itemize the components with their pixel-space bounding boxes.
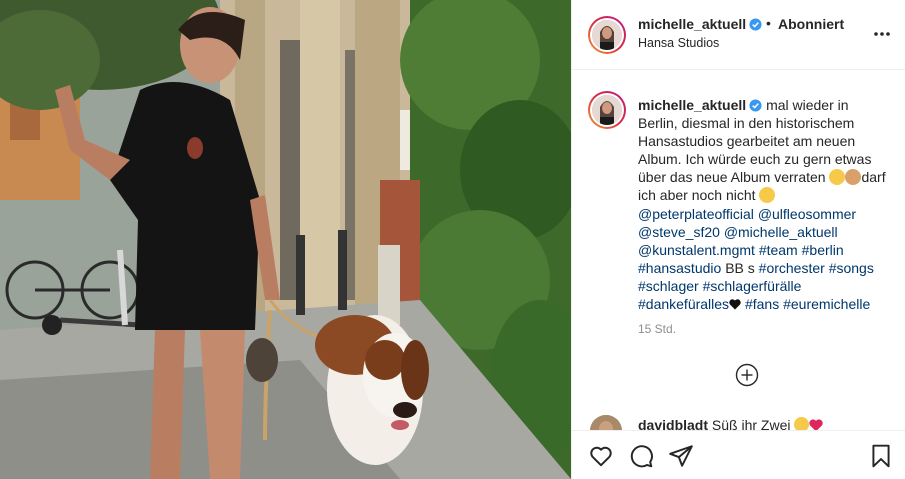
photo-woman-walking-dog: [0, 0, 571, 479]
post-photo[interactable]: [0, 0, 571, 479]
caption-text-line: Album. Ich würde euch zu gern etwas: [638, 151, 872, 168]
bookmark-icon[interactable]: [868, 443, 894, 469]
hashtag-link[interactable]: #orchester: [759, 260, 825, 276]
hashtag-link[interactable]: #berlin: [802, 242, 844, 258]
hashtag-link[interactable]: #hansastudio: [638, 260, 721, 276]
hashtag-link[interactable]: #songs: [829, 260, 874, 276]
comments-section[interactable]: michelle_aktuell mal wieder in Berlin, d…: [572, 71, 905, 430]
more-options-icon[interactable]: [872, 24, 892, 44]
author-photo: [592, 20, 622, 50]
emoji-icon: [794, 417, 810, 430]
comment-row: davidbladt Süß ihr Zwei: [638, 417, 824, 430]
verified-badge-icon: [749, 18, 762, 31]
hashtag-link[interactable]: #schlagerfürälle: [703, 278, 802, 294]
caption-author-avatar[interactable]: [588, 91, 626, 129]
caption-text-line: darf: [861, 169, 886, 186]
comment-username[interactable]: davidbladt: [638, 417, 708, 430]
post-sidebar: michelle_aktuell • Abonniert Hansa Studi…: [571, 0, 905, 479]
post-caption: michelle_aktuell mal wieder in Berlin, d…: [638, 96, 894, 313]
caption-text-line: mal wieder in: [766, 97, 849, 113]
mention-link[interactable]: @ulfleosommer: [758, 206, 856, 222]
black-heart-emoji-icon: [729, 299, 741, 310]
caption-text-fragment: BB s: [725, 259, 755, 276]
author-avatar[interactable]: [588, 16, 626, 54]
hashtag-link[interactable]: #fans: [745, 296, 779, 312]
caption-author-photo: [592, 95, 622, 125]
mention-link[interactable]: @kunstalent.mgmt: [638, 242, 755, 258]
post-header: michelle_aktuell • Abonniert Hansa Studi…: [572, 0, 905, 70]
hashtag-link[interactable]: #schlager: [638, 278, 699, 294]
caption-text-line: Berlin, diesmal in den historischem: [638, 115, 855, 132]
post-timestamp[interactable]: 15 Std.: [638, 322, 676, 336]
commenter-avatar[interactable]: [590, 415, 622, 430]
angel-emoji-icon: [829, 169, 846, 186]
red-heart-emoji-icon: [809, 419, 824, 430]
mention-link[interactable]: @peterplateofficial: [638, 206, 754, 222]
post-location[interactable]: Hansa Studios: [638, 36, 719, 50]
paper-plane-icon[interactable]: [668, 443, 694, 469]
comment-bubble-icon[interactable]: [628, 443, 654, 469]
hashtag-link[interactable]: #dankefüralles: [638, 296, 729, 312]
caption-text-line: über das neue Album verraten: [638, 169, 826, 186]
hashtag-link[interactable]: #team: [759, 242, 798, 258]
mention-link[interactable]: @michelle_aktuell: [724, 224, 838, 240]
author-username-text[interactable]: michelle_aktuell: [638, 16, 746, 32]
hashtag-link[interactable]: #euremichelle: [783, 296, 870, 312]
follow-status-button[interactable]: Abonniert: [778, 16, 844, 32]
heart-icon[interactable]: [588, 443, 614, 469]
plus-circle-icon[interactable]: [735, 363, 759, 387]
author-username[interactable]: michelle_aktuell: [638, 16, 762, 32]
monkey-emoji-icon: [845, 169, 862, 186]
caption-username[interactable]: michelle_aktuell: [638, 97, 746, 113]
caption-text-line: Hansastudios gearbeitet am neuen: [638, 133, 856, 150]
comment-text: Süß ihr Zwei: [711, 417, 791, 430]
verified-badge-icon: [749, 99, 762, 112]
mention-link[interactable]: @steve_sf20: [638, 224, 720, 240]
commenter-photo: [590, 415, 622, 430]
post-actions: [572, 430, 905, 479]
caption-text-line: ich aber noch nicht: [638, 187, 756, 204]
smirk-emoji-icon: [759, 187, 776, 204]
header-separator-dot: •: [766, 15, 771, 31]
